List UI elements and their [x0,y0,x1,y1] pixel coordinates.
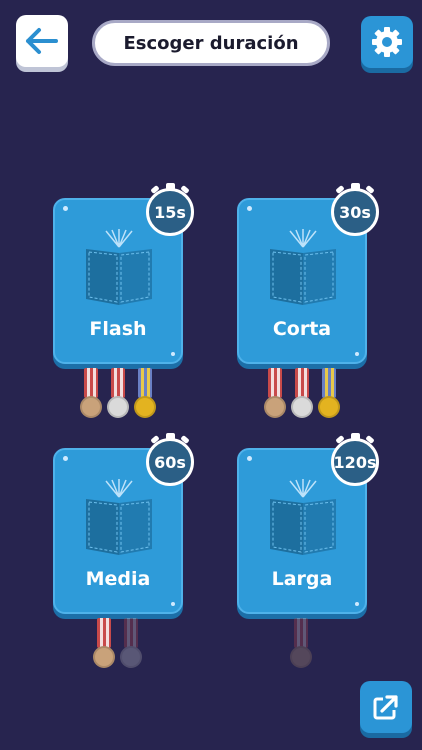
card-label: Media [85,568,151,590]
timer-label: 15s [154,202,186,222]
timer-badge: 120s [331,433,379,486]
bronze-medal-icon [263,368,287,420]
settings-button[interactable] [361,16,413,68]
page-title-text: Escoger duración [123,32,299,54]
page-title: Escoger duración [92,20,330,66]
arrow-left-icon [26,28,58,54]
bronze-medal-icon [289,618,313,670]
gear-icon [372,27,402,57]
card-label: Flash [89,318,147,340]
timer-label: 60s [154,452,186,472]
silver-medal-icon [119,618,143,670]
card-label: Corta [272,318,332,340]
bronze-medal-icon [92,618,116,670]
timer-badge: 15s [146,183,194,236]
gold-medal-icon [133,368,157,420]
card-label: Larga [271,568,333,590]
silver-medal-icon [106,368,130,420]
timer-label: 120s [333,452,377,472]
share-button[interactable] [360,681,412,733]
share-external-icon [373,695,398,720]
silver-medal-icon [290,368,314,420]
gold-medal-icon [317,368,341,420]
bronze-medal-icon [79,368,103,420]
timer-badge: 30s [331,183,379,236]
book-icon [86,229,152,305]
book-icon [86,479,152,555]
timer-badge: 60s [146,433,194,486]
book-icon [270,229,336,305]
back-button[interactable] [16,15,68,67]
book-icon [270,479,336,555]
timer-label: 30s [339,202,371,222]
